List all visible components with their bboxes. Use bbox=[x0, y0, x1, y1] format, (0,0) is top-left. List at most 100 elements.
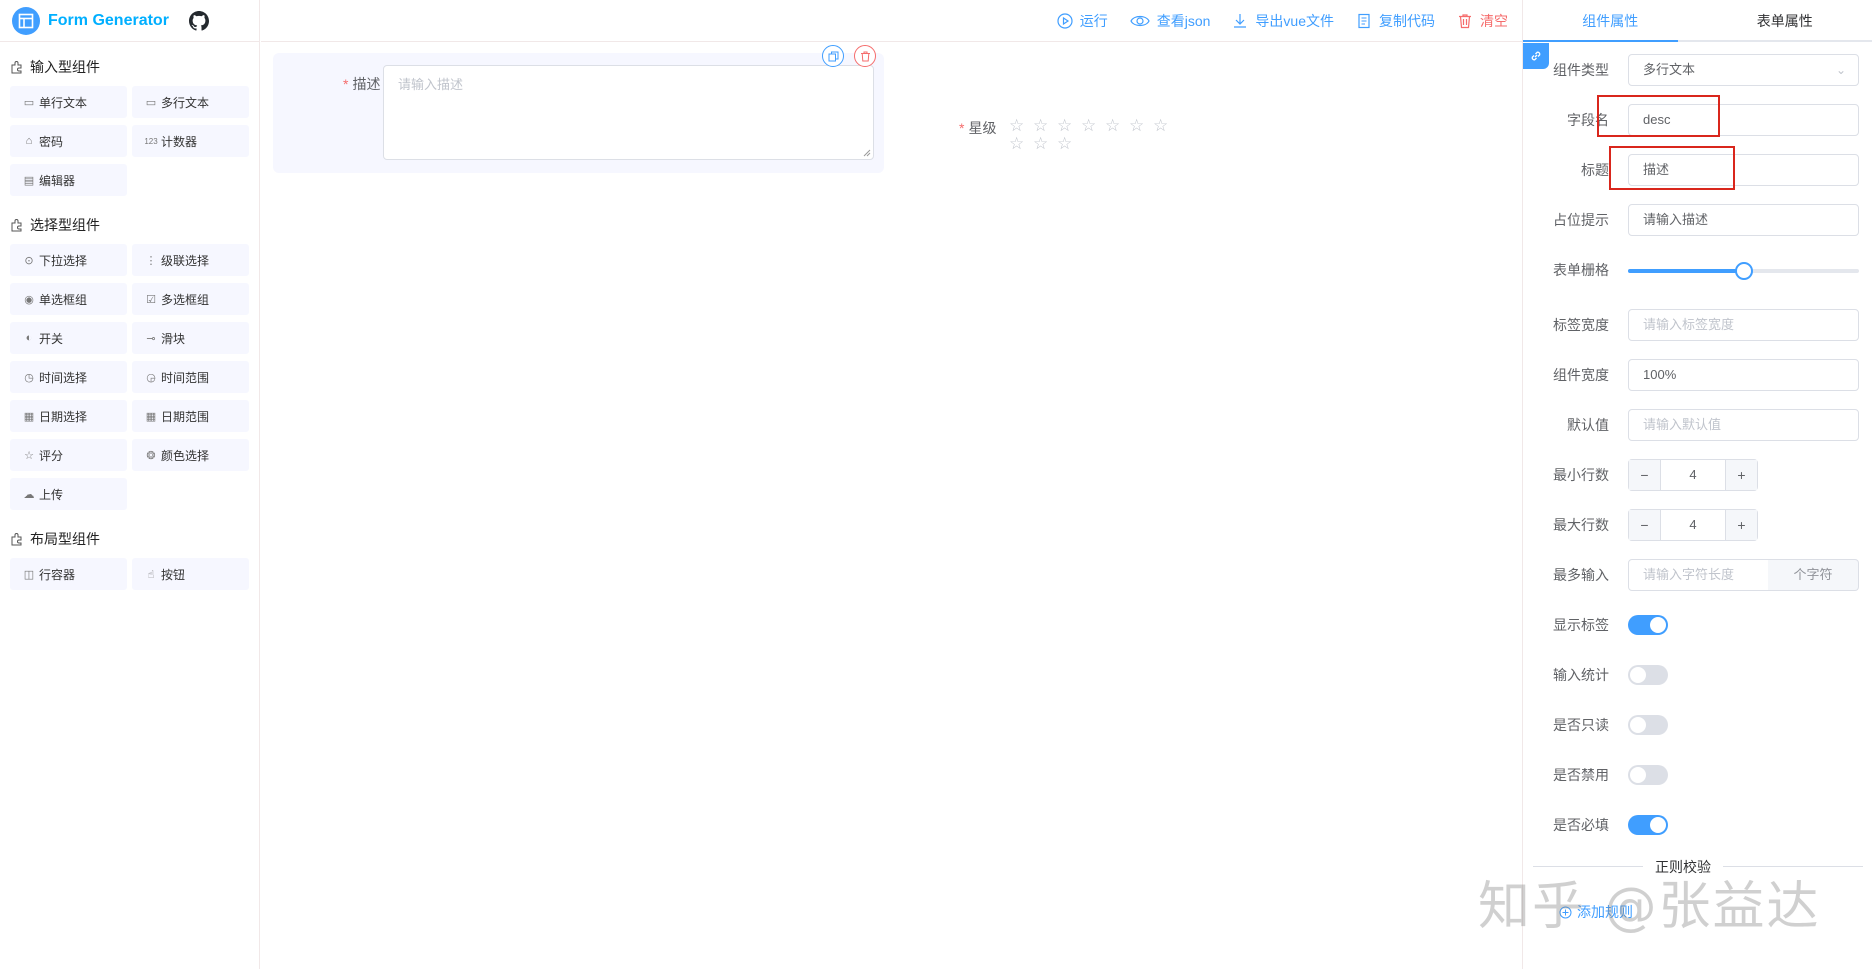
required-switch[interactable] bbox=[1628, 815, 1668, 835]
prop-row: 最大行数 − 4 + bbox=[1523, 509, 1872, 541]
github-icon[interactable] bbox=[188, 10, 209, 31]
prop-row: 是否只读 bbox=[1523, 709, 1872, 741]
star-icon[interactable]: ☆ bbox=[1057, 117, 1081, 135]
minus-icon[interactable]: − bbox=[1629, 460, 1661, 490]
star-icon[interactable]: ☆ bbox=[1009, 117, 1033, 135]
plus-circle-icon bbox=[1559, 906, 1572, 918]
pointer-icon: ☝ bbox=[147, 568, 155, 581]
group-title: 选择型组件 bbox=[10, 214, 249, 236]
checkbox-icon: ☑ bbox=[146, 293, 156, 306]
add-rule-button[interactable]: 添加规则 bbox=[1559, 902, 1633, 922]
plus-icon[interactable]: + bbox=[1725, 460, 1757, 490]
star-icon: ☆ bbox=[24, 449, 34, 462]
show-label-switch[interactable] bbox=[1628, 615, 1668, 635]
clear-button[interactable]: 清空 bbox=[1457, 11, 1508, 31]
component-item[interactable]: ▦ 日期选择 bbox=[10, 400, 127, 432]
export-vue-button[interactable]: 导出vue文件 bbox=[1232, 11, 1334, 31]
component-item[interactable]: ❂ 颜色选择 bbox=[132, 439, 249, 471]
component-item[interactable]: ◫ 行容器 bbox=[10, 558, 127, 590]
tab-form-props[interactable]: 表单属性 bbox=[1698, 0, 1872, 40]
radio-icon: ◉ bbox=[24, 293, 34, 306]
plus-icon[interactable]: + bbox=[1725, 510, 1757, 540]
maxlength-suffix: 个字符 bbox=[1768, 559, 1859, 591]
component-item[interactable]: ◐ 开关 bbox=[10, 322, 127, 354]
star-icon[interactable]: ☆ bbox=[1033, 117, 1057, 135]
view-json-button[interactable]: 查看json bbox=[1130, 11, 1210, 31]
component-item[interactable]: ▭ 单行文本 bbox=[10, 86, 127, 118]
switch-icon: ◐ bbox=[25, 332, 33, 344]
component-item[interactable]: 123 计数器 bbox=[132, 125, 249, 157]
star-icon[interactable]: ☆ bbox=[1153, 117, 1177, 135]
copy-item-button[interactable] bbox=[822, 45, 844, 67]
app-logo[interactable]: Form Generator bbox=[0, 0, 259, 42]
min-rows-stepper[interactable]: − 4 + bbox=[1628, 459, 1758, 491]
word-limit-switch[interactable] bbox=[1628, 665, 1668, 685]
run-button[interactable]: 运行 bbox=[1057, 11, 1108, 31]
component-item[interactable]: ◶ 时间范围 bbox=[132, 361, 249, 393]
select-icon: ⊙ bbox=[24, 254, 34, 267]
textarea-icon: ▭ bbox=[145, 96, 157, 109]
cascader-icon: ⋮ bbox=[145, 254, 157, 267]
component-item[interactable]: ⊙ 下拉选择 bbox=[10, 244, 127, 276]
prop-row: 最多输入 请输入字符长度 个字符 bbox=[1523, 559, 1872, 591]
component-item[interactable]: ☝ 按钮 bbox=[132, 558, 249, 590]
highlight-box bbox=[1609, 146, 1735, 190]
star-icon[interactable]: ☆ bbox=[1129, 117, 1153, 135]
star-icon[interactable]: ☆ bbox=[1033, 135, 1057, 153]
component-item[interactable]: ◷ 时间选择 bbox=[10, 361, 127, 393]
star-icon[interactable]: ☆ bbox=[1105, 117, 1129, 135]
disabled-switch[interactable] bbox=[1628, 765, 1668, 785]
puzzle-icon bbox=[11, 61, 22, 74]
puzzle-icon bbox=[11, 219, 22, 232]
max-rows-stepper[interactable]: − 4 + bbox=[1628, 509, 1758, 541]
lock-icon: ⌂ bbox=[25, 135, 33, 147]
form-canvas[interactable]: * 描述 请输入描述 * 星级 ☆ ☆ ☆ ☆ ☆ ☆ ☆ ☆ ☆ ☆ bbox=[261, 43, 1522, 969]
time-range-icon: ◶ bbox=[146, 371, 156, 384]
slider-handle[interactable] bbox=[1734, 262, 1753, 280]
delete-item-button[interactable] bbox=[854, 45, 876, 67]
maxlength-input[interactable]: 请输入字符长度 bbox=[1628, 559, 1769, 591]
download-icon bbox=[1234, 13, 1247, 28]
component-item[interactable]: ▦ 日期范围 bbox=[132, 400, 249, 432]
prop-row: 最小行数 − 4 + bbox=[1523, 459, 1872, 491]
default-value-input[interactable]: 请输入默认值 bbox=[1628, 409, 1859, 441]
eye-icon bbox=[1130, 15, 1150, 26]
desc-textarea[interactable]: 请输入描述 bbox=[383, 65, 874, 160]
component-item[interactable]: ▤ 编辑器 bbox=[10, 164, 127, 196]
component-item[interactable]: ⋮ 级联选择 bbox=[132, 244, 249, 276]
component-item[interactable]: ◉ 单选框组 bbox=[10, 283, 127, 315]
minus-icon[interactable]: − bbox=[1629, 510, 1661, 540]
desc-label: * 描述 bbox=[343, 76, 381, 92]
tab-component-props[interactable]: 组件属性 bbox=[1523, 0, 1698, 40]
component-width-input[interactable]: 100% bbox=[1628, 359, 1859, 391]
component-item[interactable]: ☑ 多选框组 bbox=[132, 283, 249, 315]
star-icon[interactable]: ☆ bbox=[1081, 117, 1105, 135]
prop-row: 组件宽度 100% bbox=[1523, 359, 1872, 391]
component-sidebar: Form Generator 输入型组件 ▭ 单行文本 ▭ 多行文本 ⌂ 密码 123… bbox=[0, 0, 260, 969]
form-logo-icon bbox=[12, 6, 40, 35]
resize-handle-icon[interactable] bbox=[863, 149, 871, 157]
prop-row: 输入统计 bbox=[1523, 659, 1872, 691]
regex-section-title: 正则校验 bbox=[1643, 857, 1723, 877]
number-icon: 123 bbox=[144, 136, 158, 146]
star-icon[interactable]: ☆ bbox=[1057, 135, 1081, 153]
copy-code-button[interactable]: 复制代码 bbox=[1356, 11, 1435, 31]
component-item[interactable]: ☆ 评分 bbox=[10, 439, 127, 471]
label-width-input[interactable]: 请输入标签宽度 bbox=[1628, 309, 1859, 341]
component-type-select[interactable]: 多行文本 ⌄ bbox=[1628, 54, 1859, 86]
component-item[interactable]: ▭ 多行文本 bbox=[132, 86, 249, 118]
group-layout: 布局型组件 ◫ 行容器 ☝ 按钮 bbox=[0, 528, 259, 590]
calendar-icon: ▦ bbox=[23, 410, 35, 423]
tab-active-indicator bbox=[1523, 40, 1678, 42]
component-item[interactable]: ☁ 上传 bbox=[10, 478, 127, 510]
form-item-desc[interactable]: * 描述 请输入描述 bbox=[273, 45, 884, 173]
span-slider[interactable] bbox=[1628, 262, 1859, 280]
star-icon[interactable]: ☆ bbox=[1009, 135, 1033, 153]
component-item[interactable]: ⊸ 滑块 bbox=[132, 322, 249, 354]
placeholder-input[interactable]: 请输入描述 bbox=[1628, 204, 1859, 236]
clock-icon: ◷ bbox=[24, 371, 34, 384]
component-item[interactable]: ⌂ 密码 bbox=[10, 125, 127, 157]
input-icon: ▭ bbox=[23, 96, 35, 109]
readonly-switch[interactable] bbox=[1628, 715, 1668, 735]
rate-stars[interactable]: ☆ ☆ ☆ ☆ ☆ ☆ ☆ ☆ ☆ ☆ bbox=[1009, 117, 1179, 153]
